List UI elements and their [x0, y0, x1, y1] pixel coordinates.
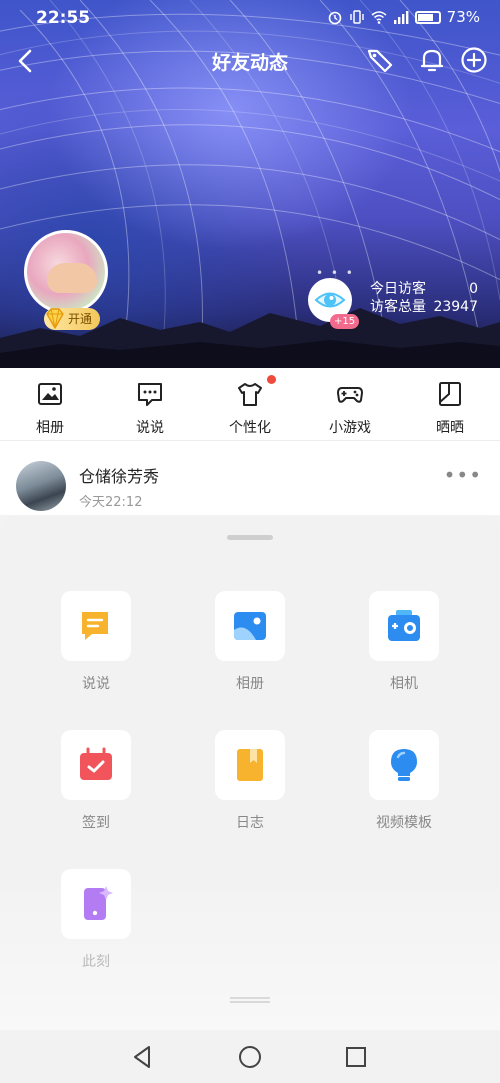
- battery-percent: 73%: [446, 8, 480, 26]
- function-tabs: 相册 说说 个性化 小游戏 晒晒: [0, 368, 500, 440]
- camera-tile: [369, 591, 439, 661]
- status-bar: 22:55 73%: [0, 0, 500, 36]
- profile-avatar[interactable]: [24, 230, 108, 314]
- today-visitors-label: 今日访客: [370, 281, 426, 297]
- post-icon: [82, 612, 108, 640]
- publish-sheet: 说说 相册 相机 签到 日志 视频模板 此刻: [0, 515, 500, 1030]
- eye-icon: [314, 292, 346, 308]
- photo-album-icon: [38, 383, 62, 405]
- checkin-icon: [80, 747, 112, 780]
- sheet-item-label: 相册: [236, 676, 264, 692]
- nav-back-icon[interactable]: [130, 1044, 156, 1070]
- tab-album[interactable]: 相册: [0, 368, 100, 440]
- battery-icon: [414, 10, 441, 24]
- video-template-tile: [369, 730, 439, 800]
- nav-home-icon[interactable]: [237, 1044, 263, 1070]
- bell-icon[interactable]: [417, 45, 447, 75]
- sheet-item-label: 日志: [236, 815, 264, 831]
- sheet-drag-handle[interactable]: [227, 535, 273, 540]
- today-visitors-count: 0: [469, 281, 478, 297]
- nav-recents-icon[interactable]: [343, 1044, 369, 1070]
- friend-avatar[interactable]: [16, 461, 66, 511]
- vibrate-icon: [349, 10, 364, 24]
- checkin-tile: [61, 730, 131, 800]
- moment-tile: [61, 869, 131, 939]
- total-visitors-count: 23947: [433, 299, 478, 315]
- video-template-icon: [391, 749, 417, 781]
- total-visitors-label: 访客总量: [370, 299, 426, 315]
- sheet-item-journal[interactable]: 日志: [190, 730, 310, 832]
- tab-label: 小游戏: [329, 420, 371, 436]
- diamond-icon: [46, 308, 64, 329]
- signal-icon: [393, 11, 409, 24]
- sheet-item-album[interactable]: 相册: [190, 591, 310, 693]
- notification-dot: [267, 375, 276, 384]
- sheet-item-label: 说说: [82, 676, 110, 692]
- sheet-item-label: 相机: [390, 676, 418, 692]
- tab-minigames[interactable]: 小游戏: [300, 368, 400, 440]
- sheet-item-post[interactable]: 说说: [36, 591, 156, 693]
- alarm-icon: [328, 11, 341, 25]
- more-options-icon[interactable]: •••: [444, 463, 482, 487]
- sheet-item-camera[interactable]: 相机: [344, 591, 464, 693]
- journal-icon: [237, 749, 263, 781]
- vip-label: 开通: [68, 312, 93, 326]
- tab-posts[interactable]: 说说: [100, 368, 200, 440]
- tab-label: 晒晒: [436, 420, 464, 436]
- moment-icon: [84, 886, 113, 920]
- wifi-icon: [371, 11, 387, 24]
- status-time: 22:55: [36, 8, 91, 28]
- visitor-stats[interactable]: 今日访客 0 访客总量 23947: [370, 280, 478, 316]
- sheet-item-video-template[interactable]: 视频模板: [344, 730, 464, 832]
- title-bar: 好友动态: [0, 40, 500, 84]
- camera-icon: [388, 610, 420, 641]
- post-time: 今天22:12: [79, 495, 143, 510]
- feed-item-header[interactable]: 仓储徐芳秀 今天22:12 •••: [0, 440, 500, 515]
- friend-name[interactable]: 仓储徐芳秀: [79, 463, 159, 487]
- layout-icon: [439, 382, 461, 406]
- tshirt-icon: [238, 383, 262, 406]
- add-circle-icon[interactable]: [459, 45, 489, 75]
- visitor-increase-badge: +15: [330, 314, 360, 329]
- sheet-item-label: 签到: [82, 815, 110, 831]
- sheet-item-moment[interactable]: 此刻: [36, 869, 156, 971]
- gamepad-icon: [337, 387, 363, 403]
- system-nav-bar: [0, 1030, 500, 1083]
- chat-bubble-icon: [138, 383, 162, 406]
- tab-label: 说说: [136, 420, 164, 436]
- tab-label: 个性化: [229, 420, 271, 436]
- album-icon: [234, 612, 266, 640]
- decorate-icon[interactable]: [365, 45, 395, 75]
- sheet-item-label: 此刻: [82, 954, 110, 970]
- avatar-photo: [47, 263, 97, 293]
- post-tile: [61, 591, 131, 661]
- collapse-handle[interactable]: [230, 996, 270, 1004]
- album-tile: [215, 591, 285, 661]
- sheet-item-label: 视频模板: [376, 815, 432, 831]
- sheet-item-checkin[interactable]: 签到: [36, 730, 156, 832]
- tab-showcase[interactable]: 晒晒: [400, 368, 500, 440]
- journal-tile: [215, 730, 285, 800]
- status-icons: 73%: [327, 8, 480, 26]
- tab-label: 相册: [36, 420, 64, 436]
- vip-open-button[interactable]: 开通: [44, 308, 101, 330]
- tab-personalize[interactable]: 个性化: [200, 368, 300, 440]
